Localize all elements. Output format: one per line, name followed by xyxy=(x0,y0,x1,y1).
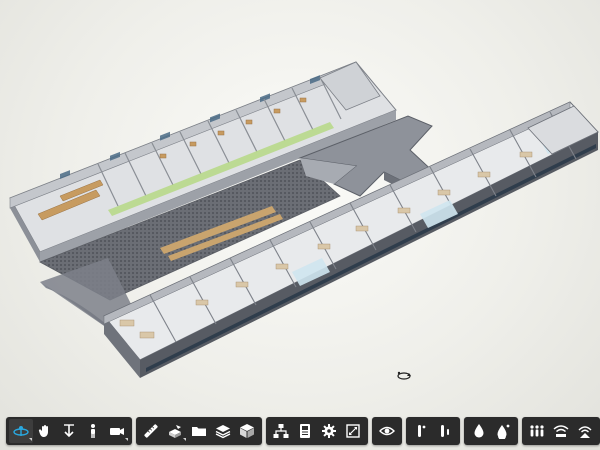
flyout-indicator xyxy=(183,438,186,441)
model-browser-icon xyxy=(240,424,254,438)
eye-icon xyxy=(379,426,395,436)
toolbar-group-navigation xyxy=(6,417,132,445)
section-icon xyxy=(169,425,181,438)
orbit-button[interactable] xyxy=(9,419,33,443)
toolbar-group-model xyxy=(266,417,368,445)
measure-button[interactable] xyxy=(139,419,163,443)
section-button[interactable] xyxy=(163,419,187,443)
orbit-cursor-icon xyxy=(397,371,411,380)
flyout-indicator xyxy=(29,438,32,441)
toolbar-group-view xyxy=(372,417,402,445)
first-person-button[interactable] xyxy=(81,419,105,443)
water-alt-button[interactable] xyxy=(491,419,515,443)
3d-model-viewport[interactable] xyxy=(0,0,600,450)
occupants-button[interactable] xyxy=(525,419,549,443)
markup-bar-button[interactable] xyxy=(433,419,457,443)
model-browser-button[interactable] xyxy=(235,419,259,443)
wifi-icon xyxy=(553,425,569,437)
toolbar-group-systems xyxy=(522,417,600,445)
zoom-button[interactable] xyxy=(57,419,81,443)
properties-button[interactable] xyxy=(293,419,317,443)
structure-icon xyxy=(273,424,289,438)
first-person-icon xyxy=(91,424,95,438)
markup-pin-button[interactable] xyxy=(409,419,433,443)
pan-button[interactable] xyxy=(33,419,57,443)
people-icon xyxy=(530,425,544,437)
folder-icon xyxy=(192,427,206,436)
viewer-toolbar xyxy=(6,417,600,445)
visibility-button[interactable] xyxy=(375,419,399,443)
fullscreen-button[interactable] xyxy=(341,419,365,443)
water-button[interactable] xyxy=(467,419,491,443)
flyout-indicator xyxy=(125,438,128,441)
fullscreen-icon xyxy=(346,424,360,438)
measure-icon xyxy=(144,424,158,438)
markup-pin-icon xyxy=(418,425,426,437)
pan-icon xyxy=(38,425,48,437)
settings-button[interactable] xyxy=(317,419,341,443)
layers-icon xyxy=(215,425,231,439)
orbit-icon xyxy=(13,426,29,436)
broadcast-button[interactable] xyxy=(573,419,597,443)
zoom-icon xyxy=(64,424,74,438)
settings-icon xyxy=(322,424,336,438)
markup-bar-icon xyxy=(441,425,449,437)
water-drop-icon xyxy=(474,424,484,438)
properties-icon xyxy=(300,424,310,438)
layers-button[interactable] xyxy=(211,419,235,443)
camera-icon xyxy=(110,428,124,435)
camera-button[interactable] xyxy=(105,419,129,443)
water-drop-alt-icon xyxy=(497,424,510,439)
broadcast-icon xyxy=(578,426,592,438)
folder-button[interactable] xyxy=(187,419,211,443)
toolbar-group-mep xyxy=(464,417,518,445)
structure-button[interactable] xyxy=(269,419,293,443)
toolbar-group-markup xyxy=(406,417,460,445)
toolbar-group-measure xyxy=(136,417,262,445)
network-button[interactable] xyxy=(549,419,573,443)
